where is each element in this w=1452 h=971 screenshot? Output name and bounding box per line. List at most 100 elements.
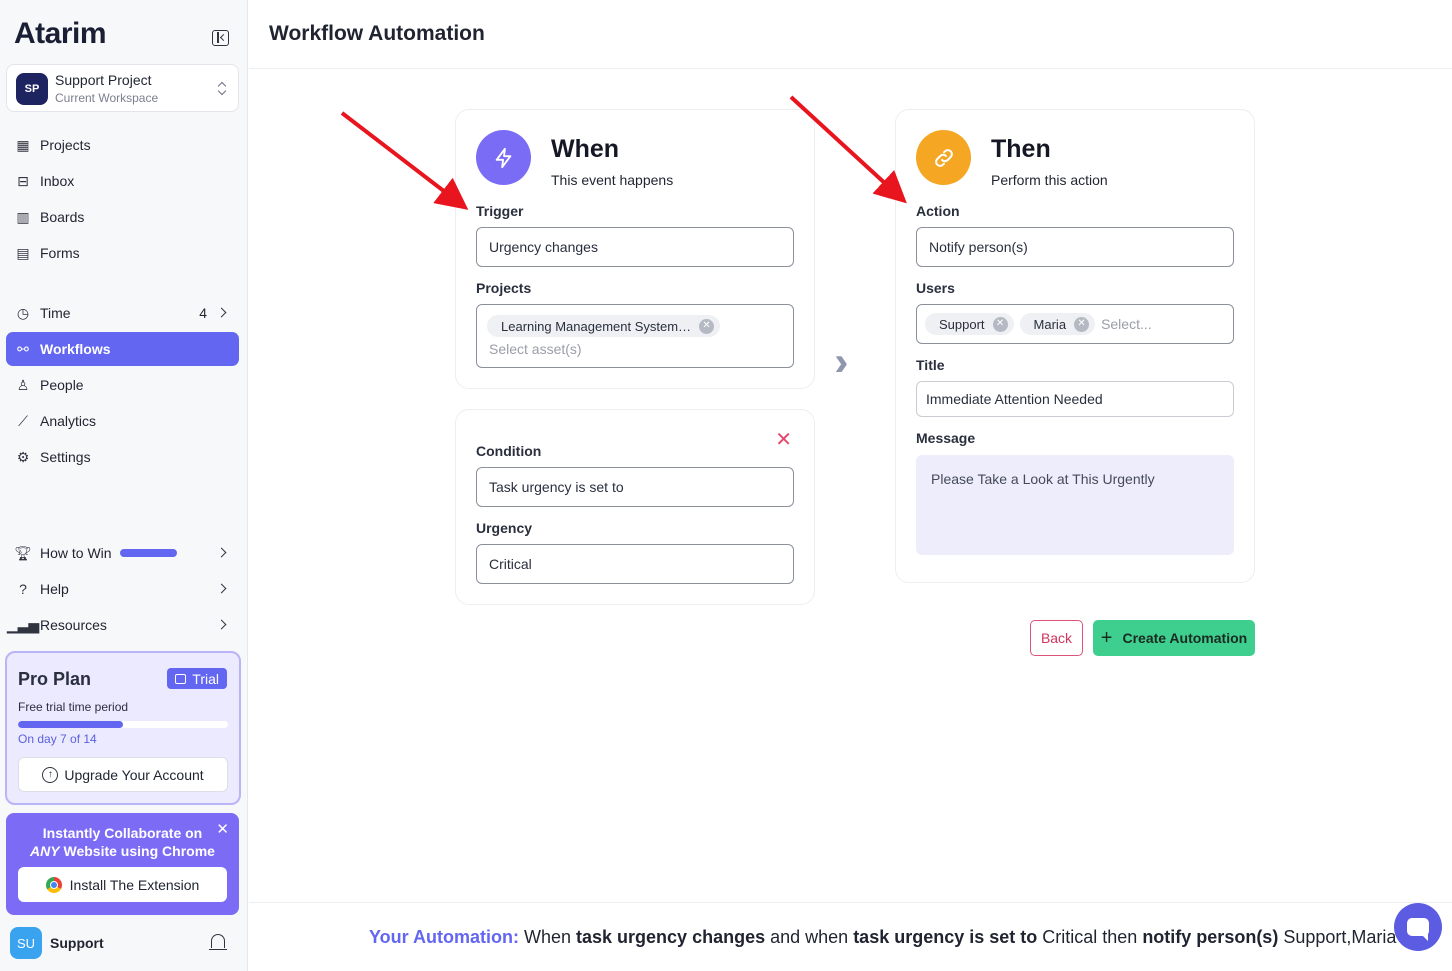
sidebar-item-workflows[interactable]: ⚯ Workflows [6, 332, 239, 366]
sidebar-item-help[interactable]: ? Help [6, 572, 239, 606]
link-icon [916, 130, 971, 185]
clock-icon: ◷ [16, 304, 30, 321]
atarim-logo[interactable]: Atarim [14, 16, 107, 52]
time-count-badge: 4 [199, 305, 207, 321]
chevron-right-icon [216, 583, 227, 594]
sidebar-item-label: How to Win [40, 545, 112, 561]
person-icon: ♙ [16, 376, 30, 393]
user-name: Support [50, 935, 104, 951]
workflow-icon: ⚯ [17, 340, 29, 357]
page-title: Workflow Automation [269, 22, 485, 45]
extension-line2-emphasis: ANY [30, 843, 60, 859]
bell-icon[interactable] [209, 934, 227, 950]
extension-line2: Website using Chrome [59, 843, 215, 859]
trial-day-text: On day 7 of 14 [18, 732, 97, 746]
title-label: Title [916, 357, 945, 373]
close-icon[interactable]: ✕ [216, 820, 229, 838]
close-icon[interactable]: ✕ [775, 430, 792, 450]
collapse-sidebar-icon[interactable] [212, 30, 229, 46]
chevron-updown-icon [218, 81, 226, 97]
upgrade-account-button[interactable]: ↑ Upgrade Your Account [18, 757, 228, 792]
trophy-icon: 🏆︎ [14, 544, 32, 561]
message-textarea[interactable]: Please Take a Look at This Urgently [916, 455, 1234, 555]
extension-promo-text: Instantly Collaborate on ANY Website usi… [6, 824, 239, 860]
summary-text: Support,Maria [1278, 927, 1397, 947]
create-automation-label: Create Automation [1122, 630, 1248, 646]
inbox-icon: ⊟ [17, 172, 29, 189]
chat-launcher-button[interactable] [1394, 903, 1442, 951]
condition-value: Task urgency is set to [489, 479, 624, 495]
lightning-icon [476, 130, 531, 185]
condition-label: Condition [476, 443, 542, 459]
action-select[interactable]: Notify person(s) [916, 227, 1234, 267]
summary-text: When [518, 927, 577, 947]
sidebar-item-label: Resources [40, 617, 107, 633]
sidebar-item-inbox[interactable]: ⊟ Inbox [6, 164, 239, 198]
trigger-label: Trigger [476, 203, 524, 219]
remove-chip-icon[interactable]: ✕ [992, 316, 1008, 332]
trigger-select[interactable]: Urgency changes [476, 227, 794, 267]
user-chip: Support ✕ [925, 313, 1014, 335]
title-input[interactable]: Immediate Attention Needed [916, 381, 1234, 417]
sidebar-item-resources[interactable]: ▁▃▅ Resources [6, 608, 239, 642]
then-title: Then [991, 135, 1051, 163]
workspace-avatar: SP [16, 73, 48, 105]
sidebar-item-time[interactable]: ◷ Time 4 [6, 296, 239, 330]
sidebar-item-label: Analytics [40, 413, 97, 429]
sidebar-item-label: Boards [40, 209, 85, 225]
create-automation-button[interactable]: + Create Automation [1093, 620, 1255, 656]
trial-progress-bar [18, 721, 228, 728]
condition-select[interactable]: Task urgency is set to [476, 467, 794, 507]
trigger-value: Urgency changes [489, 239, 598, 255]
sidebar-item-how-to-win[interactable]: 🏆︎ How to Win [6, 536, 239, 570]
users-multiselect[interactable]: Support ✕ Maria ✕ Select... [916, 304, 1234, 344]
summary-text: and when [765, 927, 854, 947]
remove-chip-icon[interactable]: ✕ [699, 318, 715, 334]
workspace-switcher[interactable]: SP Support Project Current Workspace [6, 64, 239, 112]
back-button[interactable]: Back [1030, 620, 1083, 656]
summary-lead: Your Automation: [369, 927, 519, 947]
logo-text: Atarim [14, 17, 107, 50]
sidebar-item-analytics[interactable]: ⟋ Analytics [6, 404, 239, 438]
clipboard-icon: ▤ [16, 244, 30, 261]
extension-line1: Instantly Collaborate on [42, 825, 203, 841]
sidebar-item-projects[interactable]: ▦ Projects [6, 128, 239, 162]
sidebar-item-people[interactable]: ♙ People [6, 368, 239, 402]
workspace-name: Support Project [55, 72, 152, 88]
sidebar-item-boards[interactable]: ▥ Boards [6, 200, 239, 234]
plan-title: Pro Plan [18, 669, 92, 689]
sidebar-item-label: Forms [40, 245, 80, 261]
help-circle-icon: ? [19, 581, 27, 597]
project-chip-label: Learning Management System… [501, 318, 692, 334]
install-extension-button[interactable]: Install The Extension [18, 867, 227, 902]
user-chip: Maria ✕ [1019, 313, 1096, 335]
title-input-value: Immediate Attention Needed [926, 391, 1103, 407]
projects-placeholder: Select asset(s) [489, 341, 582, 357]
urgency-value: Critical [489, 556, 532, 572]
message-label: Message [916, 430, 976, 446]
avatar: SU [10, 927, 42, 959]
chevron-right-icon [216, 547, 227, 558]
user-chip-label: Support [939, 316, 985, 332]
user-profile[interactable]: SU Support [10, 927, 235, 959]
board-icon: ▥ [16, 208, 30, 225]
trial-progress-fill [18, 721, 123, 728]
action-label: Action [916, 203, 960, 219]
summary-action: notify person(s) [1142, 927, 1279, 947]
trial-badge: Trial [167, 668, 227, 689]
summary-trigger: task urgency changes [576, 927, 766, 947]
urgency-select[interactable]: Critical [476, 544, 794, 584]
arrow-up-circle-icon: ↑ [42, 766, 59, 783]
remove-chip-icon[interactable]: ✕ [1074, 316, 1090, 332]
summary-text: Critical then [1037, 927, 1143, 947]
calendar-icon [175, 673, 187, 684]
action-value: Notify person(s) [929, 239, 1028, 255]
sidebar: Atarim SP Support Project Current Worksp… [0, 0, 248, 971]
bar-chart-icon: ▁▃▅ [6, 616, 40, 633]
pro-plan-card: Pro Plan Trial Free trial time period On… [5, 651, 241, 805]
sidebar-item-forms[interactable]: ▤ Forms [6, 236, 239, 270]
grid-icon: ▦ [16, 136, 30, 153]
projects-multiselect[interactable]: Learning Management System… ✕ Select ass… [476, 304, 794, 368]
sidebar-item-settings[interactable]: ⚙ Settings [6, 440, 239, 474]
gear-icon: ⚙ [16, 448, 30, 465]
